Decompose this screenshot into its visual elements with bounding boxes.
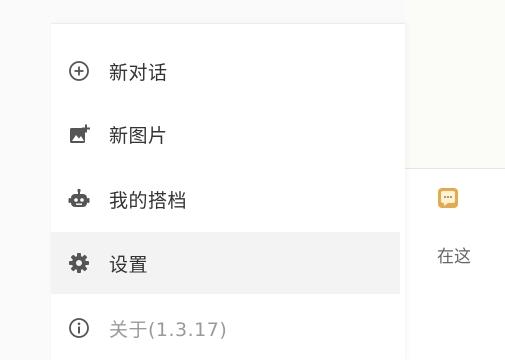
dropdown-menu: 新对话 新图片 我的搭档 设置 关于(1.3.17) bbox=[51, 23, 405, 360]
chat-partial-text: 在这 bbox=[437, 247, 471, 267]
menu-item-label: 关于(1.3.17) bbox=[109, 318, 228, 341]
menu-item-label: 设置 bbox=[109, 253, 149, 276]
menu-item-label: 新图片 bbox=[109, 124, 168, 147]
add-image-icon bbox=[68, 123, 90, 145]
plus-circle-icon bbox=[68, 60, 90, 82]
menu-item-my-partner[interactable]: 我的搭档 bbox=[51, 168, 400, 230]
chat-divider bbox=[405, 168, 505, 169]
info-icon bbox=[68, 317, 90, 339]
gear-icon bbox=[68, 252, 90, 274]
menu-item-about[interactable]: 关于(1.3.17) bbox=[51, 297, 400, 359]
menu-item-settings[interactable]: 设置 bbox=[51, 232, 400, 294]
menu-item-new-image[interactable]: 新图片 bbox=[51, 103, 400, 165]
chat-bubble-icon bbox=[438, 188, 458, 208]
menu-item-label: 新对话 bbox=[109, 61, 168, 84]
app-window: 在这 新对话 新图片 我的搭档 设置 关于(1.3.17) bbox=[0, 0, 505, 360]
robot-icon bbox=[68, 188, 90, 210]
menu-item-label: 我的搭档 bbox=[109, 189, 188, 212]
menu-item-new-chat[interactable]: 新对话 bbox=[51, 40, 400, 102]
